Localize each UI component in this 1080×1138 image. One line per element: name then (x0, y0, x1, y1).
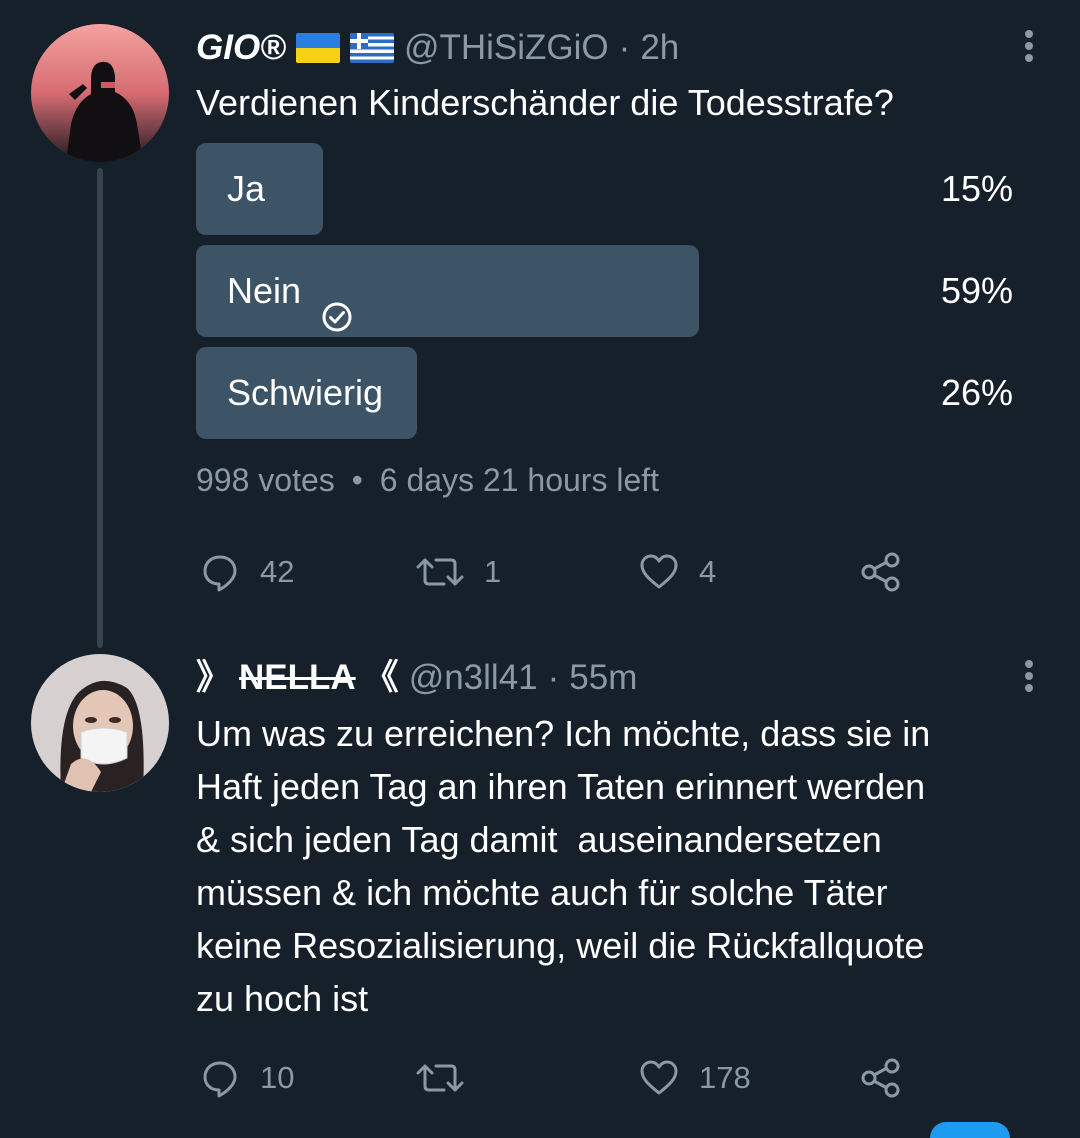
greece-flag-icon (349, 33, 394, 63)
poll-percentage: 15% (940, 168, 1013, 209)
poll-option: Schwierig 26% (196, 347, 1021, 439)
tweet-text: Um was zu erreichen? Ich möchte, dass si… (196, 713, 931, 1019)
poll-option: Ja 15% (196, 143, 1021, 235)
name-suffix: 《 (363, 658, 399, 697)
retweet-button[interactable] (416, 1054, 484, 1102)
reply-icon (200, 552, 240, 592)
display-name[interactable]: GIO® (196, 24, 286, 72)
ukraine-flag-icon (295, 33, 340, 63)
poll-time-left: 6 days 21 hours left (379, 462, 660, 498)
retweet-button[interactable]: 1 (416, 548, 501, 596)
tweet-header: GIO® @THiSiZGiO · 2h (196, 24, 679, 72)
share-icon (860, 1058, 902, 1098)
more-icon[interactable] (1024, 657, 1034, 697)
reply-button[interactable]: 10 (200, 1054, 294, 1102)
poll-option: Nein 59% (196, 245, 1021, 337)
poll-percentage: 26% (940, 372, 1013, 413)
timestamp[interactable]: 55m (569, 654, 637, 702)
avatar-silhouette (31, 24, 169, 162)
tweet-actions: 10 178 (196, 1054, 1016, 1102)
tweet-header: 》 NELLA 《 @n3ll41 · 55m (196, 654, 637, 702)
avatar[interactable] (31, 24, 169, 162)
poll-meta: 998 votes • 6 days 21 hours left (196, 460, 659, 500)
user-handle[interactable]: @n3ll41 (409, 654, 538, 702)
thread-connector-line (97, 168, 103, 648)
poll-percentage: 59% (940, 270, 1013, 311)
user-handle[interactable]: @THiSiZGiO (404, 24, 609, 72)
poll-label-text: Schwierig (227, 372, 384, 413)
poll-option-label: Nein (227, 245, 353, 337)
poll-option-label: Ja (227, 143, 265, 235)
like-button[interactable]: 178 (639, 1054, 751, 1102)
compose-fab-edge[interactable] (930, 1122, 1010, 1138)
separator-dot: · (547, 658, 560, 697)
like-count: 4 (699, 554, 717, 589)
display-name[interactable]: 》 NELLA 《 (196, 654, 399, 702)
retweet-icon (416, 1058, 464, 1098)
reply-count: 42 (260, 554, 295, 589)
retweet-icon (416, 552, 464, 592)
separator-dot: · (618, 28, 631, 67)
name-core: NELLA (239, 658, 356, 697)
timestamp[interactable]: 2h (640, 24, 679, 72)
reply-icon (200, 1058, 240, 1098)
avatar[interactable] (31, 654, 169, 792)
avatar-portrait (31, 654, 169, 792)
meta-separator: • (351, 462, 363, 498)
reply-count: 10 (260, 1060, 295, 1095)
poll-votes: 998 votes (196, 462, 335, 498)
like-count: 178 (699, 1060, 751, 1095)
tweet-actions: 42 1 4 (196, 548, 1016, 596)
share-icon (860, 552, 902, 592)
like-button[interactable]: 4 (639, 548, 716, 596)
retweet-count: 1 (484, 554, 502, 589)
name-prefix: 》 (196, 658, 232, 697)
heart-icon (639, 1058, 679, 1098)
more-icon[interactable] (1024, 27, 1034, 67)
share-button[interactable] (860, 1054, 902, 1102)
poll-label-text: Nein (227, 270, 302, 311)
tweet-text: Verdienen Kinderschänder die Todesstrafe… (196, 82, 894, 123)
reply-button[interactable]: 42 (200, 548, 294, 596)
heart-icon (639, 552, 679, 592)
share-button[interactable] (860, 548, 902, 596)
poll-option-label: Schwierig (227, 347, 383, 439)
poll-label-text: Ja (227, 168, 266, 209)
check-circle-icon (321, 275, 353, 332)
